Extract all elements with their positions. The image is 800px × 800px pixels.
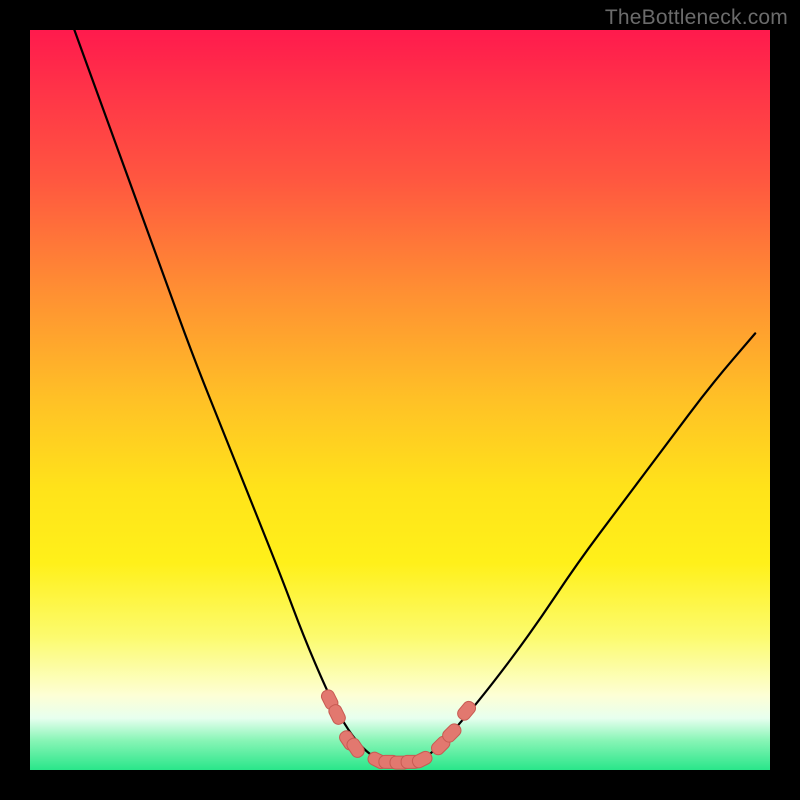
- chart-frame: TheBottleneck.com: [0, 0, 800, 800]
- bottleneck-curve: [74, 30, 755, 763]
- plot-area: [30, 30, 770, 770]
- chart-svg: [30, 30, 770, 770]
- curve-marker: [455, 699, 478, 723]
- watermark-text: TheBottleneck.com: [605, 6, 788, 30]
- curve-markers: [319, 688, 478, 770]
